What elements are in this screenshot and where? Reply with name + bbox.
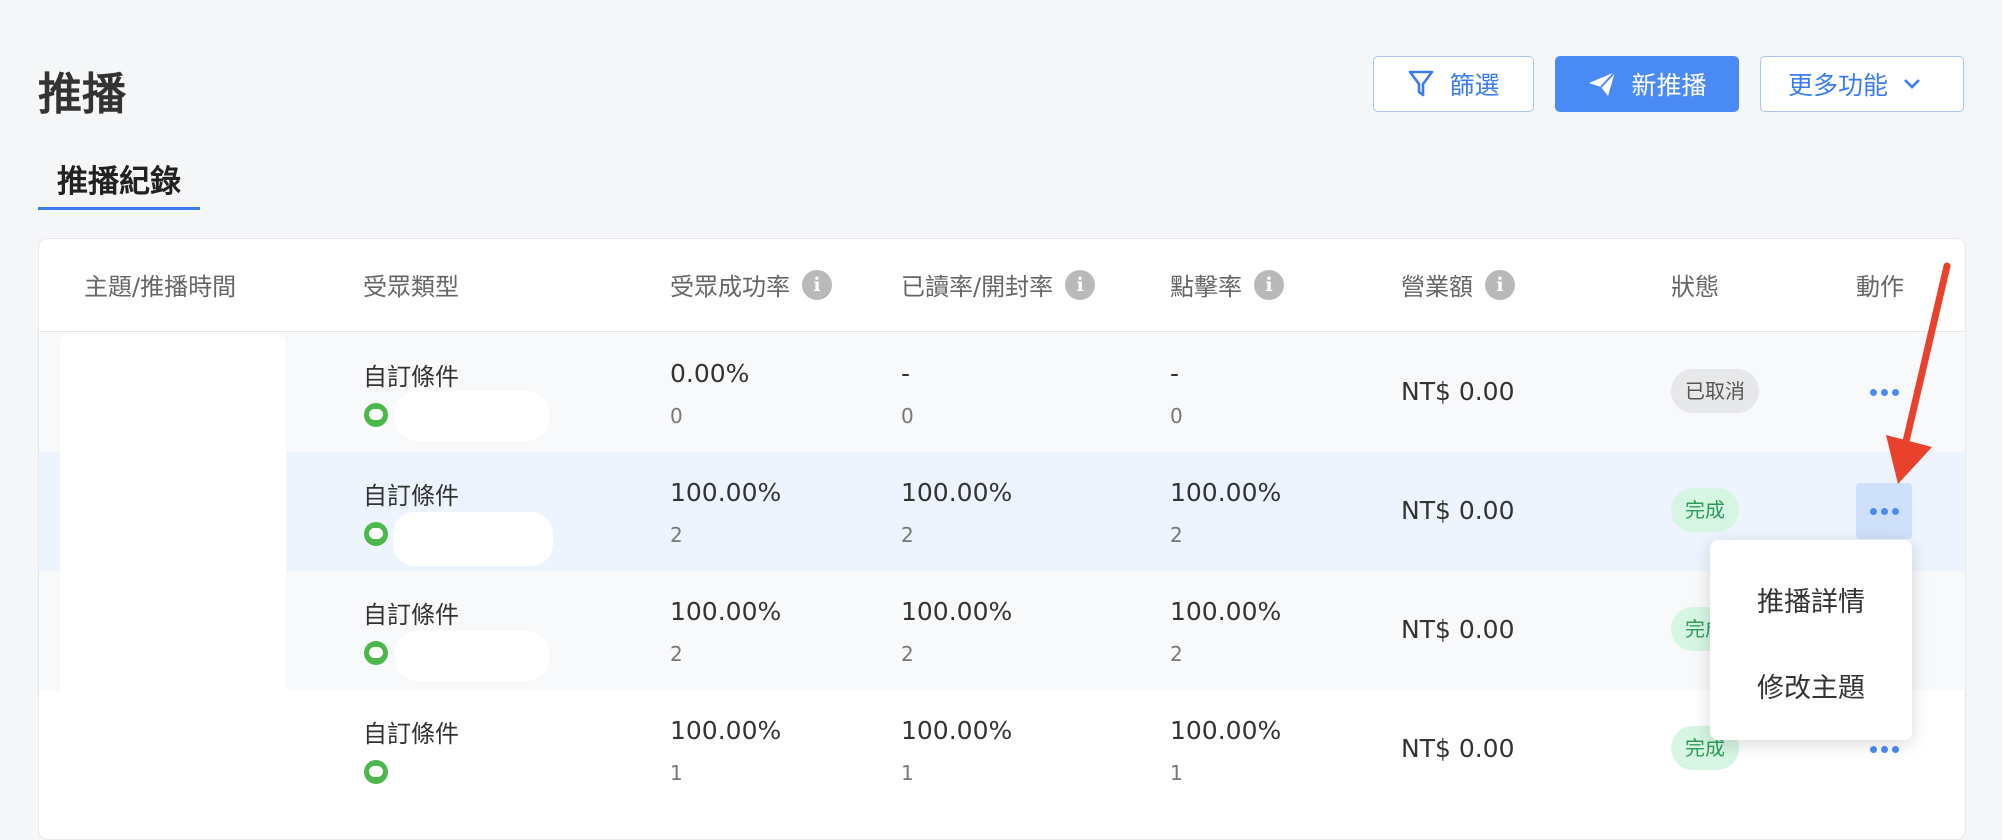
success-rate: 100.00% — [670, 716, 782, 745]
click-count: 2 — [1170, 523, 1183, 547]
success-rate: 100.00% — [670, 478, 782, 507]
redacted-audience — [395, 391, 549, 441]
dot — [1869, 388, 1877, 396]
row-action-button[interactable] — [1856, 364, 1912, 420]
info-icon[interactable]: i — [1485, 269, 1515, 300]
more-functions-button[interactable]: 更多功能 — [1760, 56, 1964, 112]
more-functions-label: 更多功能 — [1787, 71, 1888, 100]
dot — [1891, 745, 1899, 753]
column-success-rate: 受眾成功率 i — [670, 267, 832, 302]
table-row[interactable]: 自訂條件 0.00% 0 - 0 - 0 NT$ 0.00 已取消 — [39, 333, 1965, 452]
read-rate: - — [901, 359, 911, 388]
status-badge: 完成 — [1671, 488, 1739, 532]
column-label: 狀態 — [1671, 273, 1719, 301]
dot — [1891, 507, 1899, 515]
audience-type: 自訂條件 — [363, 363, 459, 391]
dot — [1880, 507, 1888, 515]
info-icon[interactable]: i — [1254, 269, 1284, 300]
line-icon — [364, 403, 388, 427]
success-rate: 100.00% — [670, 597, 782, 626]
column-label: 受眾成功率 — [670, 273, 790, 301]
new-push-button-label: 新推播 — [1631, 71, 1707, 100]
send-icon — [1589, 71, 1617, 96]
line-icon — [364, 760, 388, 784]
column-subject-time: 主題/推播時間 — [84, 267, 236, 302]
new-push-button[interactable]: 新推播 — [1555, 56, 1739, 112]
dot — [1880, 388, 1888, 396]
column-label: 營業額 — [1401, 273, 1473, 301]
column-read-rate: 已讀率/開封率 i — [901, 267, 1096, 302]
redacted-audience — [395, 631, 549, 681]
success-count: 2 — [670, 642, 683, 666]
revenue: NT$ 0.00 — [1401, 377, 1515, 406]
audience-type: 自訂條件 — [363, 601, 459, 629]
revenue: NT$ 0.00 — [1401, 496, 1515, 525]
menu-item-edit-subject[interactable]: 修改主題 — [1710, 666, 1912, 705]
column-label: 點擊率 — [1170, 273, 1242, 301]
read-count: 2 — [901, 523, 914, 547]
click-count: 1 — [1170, 761, 1183, 785]
column-label: 主題/推播時間 — [84, 273, 237, 301]
click-rate: 100.00% — [1170, 597, 1282, 626]
dot — [1880, 745, 1888, 753]
column-action: 動作 — [1856, 267, 1904, 302]
read-count: 2 — [901, 642, 914, 666]
click-rate: 100.00% — [1170, 716, 1282, 745]
column-label: 已讀率/開封率 — [901, 273, 1054, 301]
menu-item-push-details[interactable]: 推播詳情 — [1710, 580, 1912, 619]
push-records-table: 主題/推播時間 受眾類型 受眾成功率 i 已讀率/開封率 i 點擊率 i 營業額 i 狀… — [38, 238, 1966, 840]
click-rate: 100.00% — [1170, 478, 1282, 507]
dot — [1891, 388, 1899, 396]
info-icon[interactable]: i — [802, 269, 832, 300]
filter-button[interactable]: 篩選 — [1373, 56, 1534, 112]
column-status: 狀態 — [1671, 267, 1719, 302]
column-label: 動作 — [1856, 273, 1904, 301]
column-audience-type: 受眾類型 — [363, 267, 459, 302]
read-count: 0 — [901, 404, 914, 428]
redacted-audience — [393, 512, 553, 566]
redacted-subject-column — [60, 334, 286, 806]
table-row[interactable]: 自訂條件 100.00% 1 100.00% 1 100.00% 1 NT$ 0… — [39, 690, 1965, 809]
table-header: 主題/推播時間 受眾類型 受眾成功率 i 已讀率/開封率 i 點擊率 i 營業額 i 狀… — [39, 239, 1965, 332]
read-count: 1 — [901, 761, 914, 785]
success-count: 2 — [670, 523, 683, 547]
column-revenue: 營業額 i — [1401, 267, 1515, 302]
table-row[interactable]: 自訂條件 100.00% 2 100.00% 2 100.00% 2 NT$ 0… — [39, 571, 1965, 690]
success-count: 1 — [670, 761, 683, 785]
line-icon — [364, 641, 388, 665]
read-rate: 100.00% — [901, 478, 1013, 507]
audience-type: 自訂條件 — [363, 482, 459, 510]
read-rate: 100.00% — [901, 716, 1013, 745]
column-label: 受眾類型 — [363, 273, 459, 301]
row-action-menu: 推播詳情 修改主題 — [1710, 540, 1912, 740]
chevron-down-icon — [1904, 79, 1920, 89]
audience-type: 自訂條件 — [363, 720, 459, 748]
dot — [1869, 745, 1877, 753]
info-icon[interactable]: i — [1065, 269, 1096, 300]
click-count: 2 — [1170, 642, 1183, 666]
dot — [1869, 507, 1877, 515]
filter-button-label: 篩選 — [1449, 71, 1500, 100]
tab-push-records[interactable]: 推播紀錄 — [38, 160, 200, 210]
page-title: 推播 — [38, 69, 126, 120]
column-click-rate: 點擊率 i — [1170, 267, 1284, 302]
read-rate: 100.00% — [901, 597, 1013, 626]
status-badge: 已取消 — [1671, 369, 1759, 413]
click-count: 0 — [1170, 404, 1183, 428]
table-row[interactable]: 自訂條件 100.00% 2 100.00% 2 100.00% 2 NT$ 0… — [39, 452, 1965, 571]
row-action-button[interactable] — [1856, 483, 1912, 539]
revenue: NT$ 0.00 — [1401, 734, 1515, 763]
success-count: 0 — [670, 404, 683, 428]
success-rate: 0.00% — [670, 359, 750, 388]
filter-icon — [1409, 70, 1434, 97]
click-rate: - — [1170, 359, 1180, 388]
line-icon — [364, 522, 388, 546]
revenue: NT$ 0.00 — [1401, 615, 1515, 644]
